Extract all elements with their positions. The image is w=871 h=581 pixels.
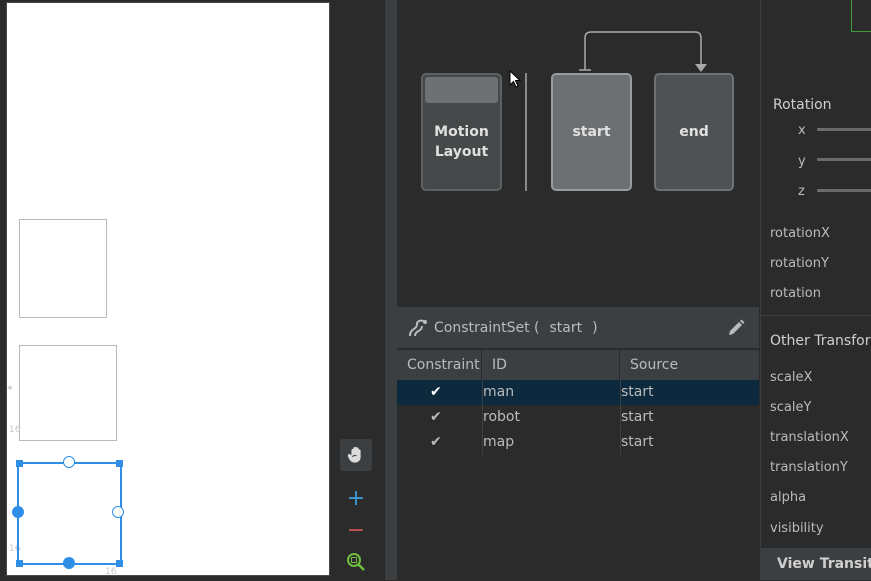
resize-handle-bottom-left[interactable] bbox=[16, 560, 23, 567]
table-row[interactable]: ✔ robot start bbox=[397, 405, 759, 430]
prop-scaleX[interactable]: scaleX bbox=[770, 370, 812, 385]
anchor-right[interactable] bbox=[112, 506, 124, 518]
zoom-fit-icon bbox=[347, 553, 365, 571]
rotation-section-title[interactable]: Rotation bbox=[773, 97, 832, 113]
column-header-id[interactable]: ID bbox=[482, 350, 620, 380]
dimension-label: 16 bbox=[105, 567, 117, 577]
anchor-top[interactable] bbox=[63, 456, 75, 468]
constraint-set-title-suffix: ) bbox=[592, 320, 598, 336]
plus-icon: + bbox=[346, 485, 366, 511]
motion-layout-node[interactable]: Motion Layout bbox=[421, 73, 502, 191]
zoom-out-button[interactable]: − bbox=[340, 514, 372, 546]
prop-rotation[interactable]: rotation bbox=[770, 286, 821, 301]
row-source: start bbox=[621, 384, 654, 400]
end-label: end bbox=[679, 124, 709, 140]
rotation-z-slider[interactable] bbox=[817, 189, 871, 192]
column-header-source[interactable]: Source bbox=[620, 350, 759, 380]
prop-translationY[interactable]: translationY bbox=[770, 460, 848, 475]
start-constraint-node[interactable]: start bbox=[551, 73, 632, 191]
transition-arrow[interactable] bbox=[577, 28, 707, 76]
row-source: start bbox=[621, 409, 654, 425]
constraint-set-icon bbox=[409, 319, 427, 337]
view-widget[interactable] bbox=[19, 219, 107, 318]
anchor-left[interactable] bbox=[12, 506, 24, 518]
column-divider bbox=[620, 380, 621, 455]
rotation-y-slider[interactable] bbox=[817, 158, 871, 161]
axis-label-y: y bbox=[798, 154, 806, 169]
prop-rotationY[interactable]: rotationY bbox=[770, 256, 829, 271]
canvas-toolbar: + − bbox=[336, 0, 384, 580]
constraint-set-name: start bbox=[549, 320, 583, 336]
mouse-cursor-icon bbox=[509, 70, 522, 88]
prop-translationX[interactable]: translationX bbox=[770, 430, 849, 445]
end-constraint-node[interactable]: end bbox=[654, 73, 734, 191]
check-icon: ✔ bbox=[430, 434, 442, 450]
other-transforms-title[interactable]: Other Transforms bbox=[770, 333, 871, 349]
table-row[interactable]: ✔ map start bbox=[397, 430, 759, 455]
check-icon: ✔ bbox=[430, 384, 442, 400]
resize-handle-top-left[interactable] bbox=[16, 460, 23, 467]
axis-label-z: z bbox=[798, 184, 805, 199]
constraint-set-header: ConstraintSet ( start ) bbox=[397, 308, 759, 348]
resize-handle-top-right[interactable] bbox=[116, 460, 123, 467]
view-transition-label: View Transition bbox=[777, 556, 871, 572]
panel-splitter[interactable] bbox=[384, 0, 398, 580]
dimension-label: 16 bbox=[9, 425, 21, 435]
hand-icon bbox=[347, 446, 361, 463]
row-source: start bbox=[621, 434, 654, 450]
column-header-constraint[interactable]: Constraint bbox=[397, 350, 482, 380]
prop-alpha[interactable]: alpha bbox=[770, 490, 806, 505]
constraint-set-title-prefix: ConstraintSet ( bbox=[434, 320, 540, 336]
dimension-arrow: ◂ bbox=[7, 383, 12, 393]
resize-handle-bottom-right[interactable] bbox=[116, 560, 123, 567]
device-preview[interactable]: ◂ 16 16 16 bbox=[6, 2, 330, 577]
layout-preview-widget[interactable] bbox=[851, 0, 871, 32]
prop-rotationX[interactable]: rotationX bbox=[770, 226, 830, 241]
minus-icon: − bbox=[346, 517, 366, 543]
design-canvas[interactable]: ◂ 16 16 16 bbox=[0, 0, 336, 580]
row-id: man bbox=[483, 384, 515, 400]
overview-divider bbox=[525, 73, 527, 191]
zoom-fit-button[interactable] bbox=[340, 546, 372, 578]
selected-view[interactable] bbox=[17, 462, 122, 565]
pan-button[interactable] bbox=[340, 439, 372, 471]
section-divider bbox=[761, 315, 871, 316]
constraint-set-panel: ConstraintSet ( start ) Constraint ID So… bbox=[397, 307, 759, 581]
axis-label-x: x bbox=[798, 123, 806, 138]
view-transition-section[interactable]: View Transition bbox=[761, 548, 871, 580]
motion-layout-node-header bbox=[425, 77, 498, 103]
attributes-panel: Rotation x y z rotationX rotationY rotat… bbox=[760, 0, 871, 580]
zoom-in-button[interactable]: + bbox=[340, 482, 372, 514]
column-divider bbox=[482, 380, 483, 455]
row-id: robot bbox=[483, 409, 520, 425]
rotation-x-slider[interactable] bbox=[817, 128, 871, 131]
check-icon: ✔ bbox=[430, 409, 442, 425]
prop-scaleY[interactable]: scaleY bbox=[770, 400, 811, 415]
anchor-bottom[interactable] bbox=[63, 557, 75, 569]
start-label: start bbox=[572, 124, 611, 140]
table-row[interactable]: ✔ man start bbox=[397, 380, 759, 405]
motion-layout-label: Motion Layout bbox=[434, 124, 489, 160]
view-widget[interactable] bbox=[19, 345, 117, 441]
prop-visibility[interactable]: visibility bbox=[770, 521, 824, 536]
edit-pencil-icon[interactable] bbox=[727, 319, 745, 337]
constraint-table-header: Constraint ID Source bbox=[397, 349, 759, 380]
row-id: map bbox=[483, 434, 515, 450]
